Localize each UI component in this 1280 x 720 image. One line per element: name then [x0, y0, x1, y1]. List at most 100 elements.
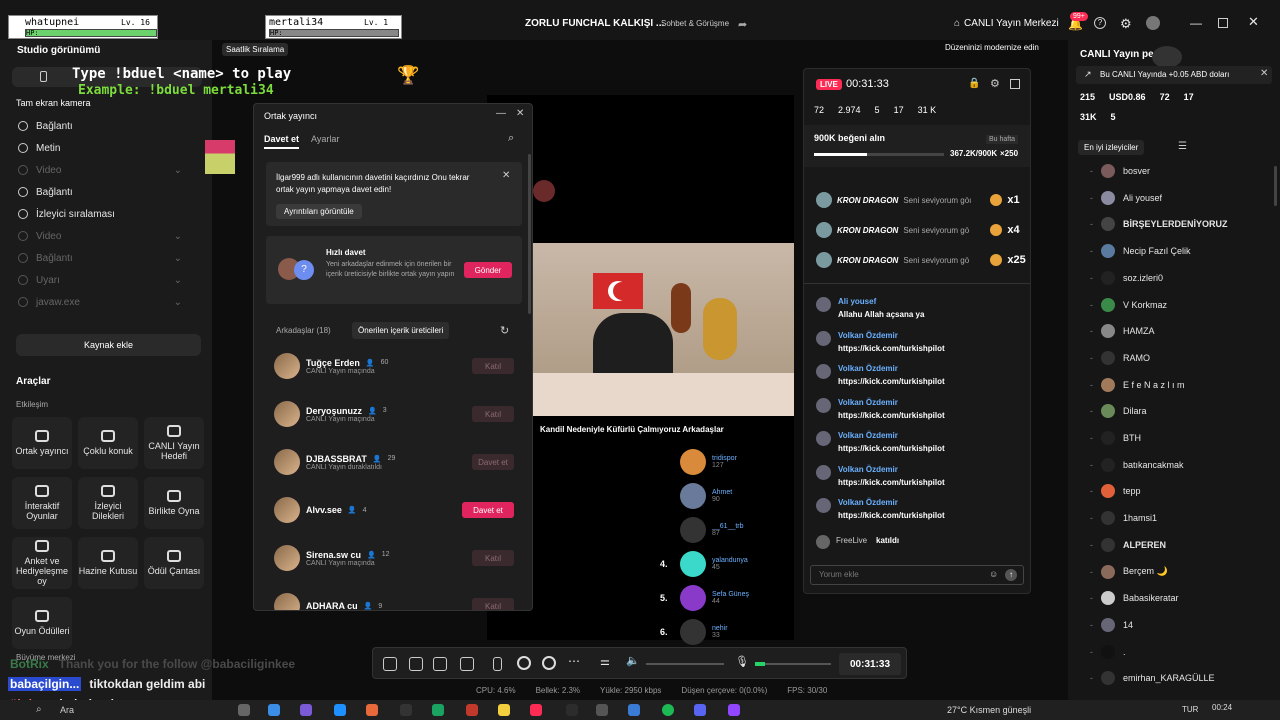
task-view-icon[interactable]	[238, 704, 250, 716]
chat-user[interactable]: Volkan Özdemir	[838, 498, 898, 507]
chat-user[interactable]: Volkan Özdemir	[838, 331, 898, 340]
viewer-row[interactable]: - soz.izleri0	[1090, 266, 1270, 290]
browser-icon[interactable]	[366, 704, 378, 716]
screen-icon[interactable]	[460, 657, 474, 671]
viewer-row[interactable]: - Dilara	[1090, 399, 1270, 423]
fullscreen-camera-label[interactable]: Tam ekran kamera	[16, 98, 91, 108]
viewer-row[interactable]: -E f e N a z l ı m	[1090, 373, 1270, 397]
mobile-icon[interactable]	[493, 657, 502, 671]
mail-icon[interactable]	[334, 704, 346, 716]
chevron-down-icon[interactable]: ⌄	[174, 253, 182, 264]
tool-button[interactable]: Birlikte Oyna	[144, 477, 204, 529]
send-button[interactable]: Gönder	[464, 262, 512, 278]
chat-user[interactable]: Ali yousef	[838, 297, 876, 306]
taskbar-search[interactable]: Ara	[60, 705, 74, 715]
source-item[interactable]: Uyarı ⌄	[0, 269, 212, 291]
send-icon[interactable]: ↑	[1005, 569, 1017, 581]
minimize-dialog-icon[interactable]: —	[496, 108, 506, 119]
source-item[interactable]: Metin	[0, 137, 212, 159]
windows-icon[interactable]	[268, 704, 280, 716]
stream-category[interactable]: Sohbet & Görüşme	[661, 19, 729, 28]
lock-icon[interactable]: 🔒	[968, 78, 980, 89]
camera-icon[interactable]	[433, 657, 447, 671]
tab-invite[interactable]: Davet et	[264, 134, 300, 149]
promo-banner[interactable]: ↗ Bu CANLI Yayında +0.05 ABD doları ✕	[1076, 66, 1272, 84]
tool-button[interactable]: İnteraktif Oyunlar	[12, 477, 72, 529]
viewer-row[interactable]: - Berçem 🌙	[1090, 560, 1270, 584]
hourly-ranking-label[interactable]: Saatlik Sıralama	[222, 43, 289, 56]
viewer-row[interactable]: -.	[1090, 640, 1270, 664]
microphone-icon[interactable]: 🎙	[735, 655, 749, 668]
share-icon[interactable]: ➦	[738, 18, 747, 31]
github-icon[interactable]	[596, 704, 608, 716]
layout-icon[interactable]	[409, 657, 423, 671]
edge-icon[interactable]	[432, 704, 444, 716]
viewer-scrollbar[interactable]	[1274, 166, 1277, 206]
weather[interactable]: 27°C Kısmen güneşli	[947, 705, 1031, 715]
source-item[interactable]: Bağlantı	[0, 181, 212, 203]
viewer-row[interactable]: - RAMO	[1090, 346, 1270, 370]
viewer-row[interactable]: - batıkancakmak	[1090, 453, 1270, 477]
source-item[interactable]: Bağlantı ⌄	[0, 247, 212, 269]
viewer-row[interactable]: - 14	[1090, 613, 1270, 637]
magic-icon[interactable]	[383, 657, 397, 671]
twitch-icon[interactable]	[728, 704, 740, 716]
close-promo-icon[interactable]: ✕	[1260, 68, 1268, 79]
modernize-layout-link[interactable]: Düzeninizi modernize edin	[945, 43, 1039, 52]
spotify-icon[interactable]	[662, 704, 674, 716]
discord-icon[interactable]	[694, 704, 706, 716]
search-taskbar-icon[interactable]: ⌕	[36, 704, 42, 715]
close-icon[interactable]: ✕	[1248, 14, 1259, 30]
source-item[interactable]: İzleyici sıralaması	[0, 203, 212, 225]
scrollbar[interactable]	[528, 154, 531, 314]
chevron-down-icon[interactable]: ⌄	[174, 275, 182, 286]
chevron-down-icon[interactable]: ⌄	[174, 297, 182, 308]
add-source-button[interactable]: Kaynak ekle	[16, 334, 201, 356]
view-details-button[interactable]: Ayrıntıları görüntüle	[276, 204, 362, 219]
viewer-row[interactable]: - BİRŞEYLERDENİYORUZ	[1090, 212, 1270, 236]
friend-row[interactable]: DJBASSBRAT 👤 29 CANLI Yayın duraklatıldı Dav…	[274, 444, 514, 480]
viewer-row[interactable]: - BTH	[1090, 426, 1270, 450]
top-viewers-tab[interactable]: En iyi izleyiciler	[1078, 140, 1145, 155]
viewer-row[interactable]: - emirhan_KARAGÜLLE	[1090, 666, 1270, 690]
help-icon[interactable]: ?	[1094, 17, 1106, 29]
viewer-row[interactable]: - HAMZA	[1090, 319, 1270, 343]
tool-button[interactable]: CANLI Yayın Hedefi	[144, 417, 204, 469]
list-icon[interactable]: ☰	[1178, 141, 1187, 152]
friend-action-button[interactable]: Katıl	[472, 550, 514, 566]
tool-button[interactable]: Çoklu konuk	[78, 417, 138, 469]
chevron-down-icon[interactable]: ⌄	[174, 165, 182, 176]
search-icon[interactable]: ⌕	[508, 132, 514, 145]
tab-settings[interactable]: Ayarlar	[311, 134, 339, 144]
live-center-button[interactable]: ⌂ CANLI Yayın Merkezi	[954, 18, 1059, 29]
game-icon[interactable]	[466, 704, 478, 716]
record-icon[interactable]	[517, 656, 531, 670]
popout-icon[interactable]	[1010, 79, 1020, 89]
viewer-row[interactable]: - V Korkmaz	[1090, 293, 1270, 317]
tool-button[interactable]: Ödül Çantası	[144, 537, 204, 589]
viewer-row[interactable]: - 1hamsi1	[1090, 506, 1270, 530]
more-icon[interactable]: ⋯	[568, 654, 580, 668]
refresh-icon[interactable]: ↻	[500, 324, 509, 337]
viewer-row[interactable]: - Babasikeratar	[1090, 586, 1270, 610]
chevron-down-icon[interactable]: ⌄	[174, 231, 182, 242]
viewer-row[interactable]: - tepp	[1090, 479, 1270, 503]
app-icon[interactable]	[400, 704, 412, 716]
tool-button[interactable]: Ortak yayıncı	[12, 417, 72, 469]
source-item[interactable]: Video ⌄	[0, 225, 212, 247]
source-item[interactable]: Video ⌄	[0, 159, 212, 181]
friend-action-button[interactable]: Katıl	[472, 406, 514, 422]
gear-icon[interactable]: ⚙	[1120, 16, 1132, 32]
chat-user[interactable]: Volkan Özdemir	[838, 465, 898, 474]
maximize-icon[interactable]	[1218, 18, 1228, 28]
source-item[interactable]: javaw.exe ⌄	[0, 291, 212, 313]
comment-input[interactable]: Yorum ekle ☺ ↑	[810, 565, 1024, 585]
clock[interactable]: 00:24	[1212, 703, 1232, 712]
chat-user[interactable]: Volkan Özdemir	[838, 364, 898, 373]
tool-button[interactable]: İzleyici Dilekleri	[78, 477, 138, 529]
settings-icon[interactable]: ⚙	[990, 77, 1000, 90]
mic-slider[interactable]	[755, 663, 831, 665]
close-dialog-icon[interactable]: ✕	[516, 108, 524, 119]
target-icon[interactable]	[542, 656, 556, 670]
friend-row[interactable]: ADHARA cu 👤 9 Katıl	[274, 588, 514, 610]
